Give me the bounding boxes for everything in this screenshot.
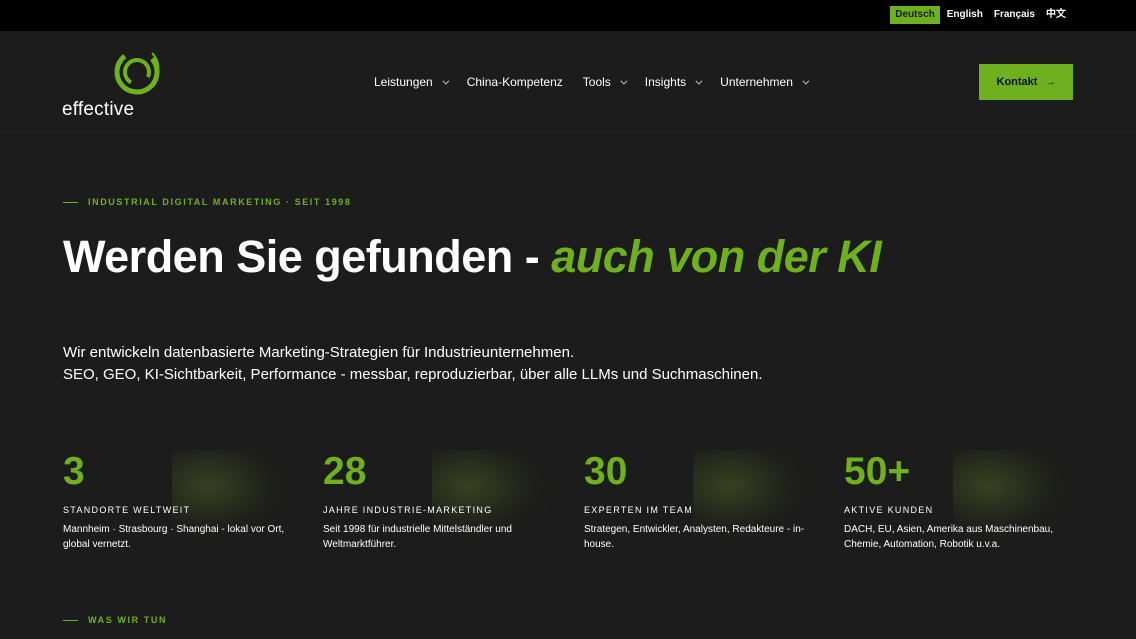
- hero-title: Werden Sie gefunden - auch von der KI: [63, 231, 882, 283]
- eyebrow-line: [63, 619, 78, 621]
- nav-item-label: Insights: [644, 75, 687, 89]
- arrow-right-icon: →: [1045, 76, 1056, 88]
- language-en[interactable]: English: [943, 6, 987, 24]
- stat-description: Mannheim · Strasbourg · Shanghai - lokal…: [63, 524, 285, 550]
- nav-item-label: Leistungen: [374, 75, 433, 89]
- nav-item-china-kompetenz[interactable]: China-Kompetenz: [467, 75, 563, 89]
- stat-card: 50+ AKTIVE KUNDEN DACH, EU, Asien, Ameri…: [844, 450, 1073, 550]
- chevron-down-icon: [802, 77, 810, 85]
- site-header: effective Leistungen China-Kompetenz Too…: [0, 31, 1136, 133]
- stat-card: 3 STANDORTE WELTWEIT Mannheim · Strasbou…: [63, 450, 292, 550]
- contact-button[interactable]: Kontakt →: [979, 64, 1073, 100]
- hero-subtitle: Wir entwickeln datenbasierte Marketing-S…: [63, 342, 763, 386]
- section-eyebrow: WAS WIR TUN: [63, 615, 167, 625]
- nav-item-label: Tools: [582, 75, 611, 89]
- main-nav: Leistungen China-Kompetenz Tools Insight…: [374, 75, 827, 89]
- eyebrow-line: [63, 201, 78, 203]
- stat-card: 30 EXPERTEN IM TEAM Strategen, Entwickle…: [584, 450, 813, 550]
- nav-item-label: Unternehmen: [720, 75, 793, 89]
- stat-description: DACH, EU, Asien, Amerika aus Maschinenba…: [844, 524, 1053, 550]
- logo[interactable]: effective: [62, 47, 172, 122]
- nav-item-leistungen[interactable]: Leistungen: [374, 75, 450, 89]
- stat-label: STANDORTE WELTWEIT: [63, 505, 191, 515]
- nav-item-label: China-Kompetenz: [466, 75, 563, 89]
- language-switcher: Deutsch English Français 中文: [887, 6, 1070, 24]
- stat-label: JAHRE INDUSTRIE-MARKETING: [323, 505, 493, 515]
- nav-item-insights[interactable]: Insights: [644, 75, 703, 89]
- stats-row: 3 STANDORTE WELTWEIT Mannheim · Strasbou…: [63, 450, 1073, 560]
- chevron-down-icon: [695, 77, 703, 85]
- language-de[interactable]: Deutsch: [890, 6, 940, 24]
- swirl-logo-icon: [114, 49, 160, 95]
- hero-title-main: Werden Sie gefunden -: [63, 231, 552, 282]
- section-eyebrow-text: WAS WIR TUN: [88, 615, 168, 625]
- stat-value: 3: [63, 450, 85, 493]
- language-fr[interactable]: Français: [990, 6, 1039, 24]
- stat-label: EXPERTEN IM TEAM: [584, 505, 693, 515]
- hero-title-accent: auch von der KI: [551, 231, 882, 282]
- stat-value: 30: [584, 450, 628, 493]
- hero-subtitle-line-1: Wir entwickeln datenbasierte Marketing-S…: [63, 344, 575, 361]
- chevron-down-icon: [442, 77, 450, 85]
- chevron-down-icon: [620, 77, 628, 85]
- nav-item-tools[interactable]: Tools: [582, 75, 628, 89]
- stat-value: 50+: [844, 450, 911, 493]
- contact-button-label: Kontakt: [996, 76, 1038, 88]
- stat-value: 28: [323, 450, 367, 493]
- stat-card: 28 JAHRE INDUSTRIE-MARKETING Seit 1998 f…: [323, 450, 552, 550]
- hero-subtitle-line-2: SEO, GEO, KI-Sichtbarkeit, Performance -…: [63, 366, 763, 383]
- language-bar: Deutsch English Français 中文: [0, 0, 1136, 31]
- stat-description: Strategen, Entwickler, Analysten, Redakt…: [584, 524, 805, 550]
- stat-description: Seit 1998 für industrielle Mittelständle…: [323, 524, 512, 550]
- nav-item-unternehmen[interactable]: Unternehmen: [720, 75, 810, 89]
- logo-text: effective: [62, 99, 135, 120]
- stat-label: AKTIVE KUNDEN: [844, 505, 934, 515]
- hero-eyebrow-text: INDUSTRIAL DIGITAL MARKETING · SEIT 1998: [88, 197, 352, 207]
- language-zh[interactable]: 中文: [1042, 6, 1070, 24]
- hero-eyebrow: INDUSTRIAL DIGITAL MARKETING · SEIT 1998: [63, 197, 352, 207]
